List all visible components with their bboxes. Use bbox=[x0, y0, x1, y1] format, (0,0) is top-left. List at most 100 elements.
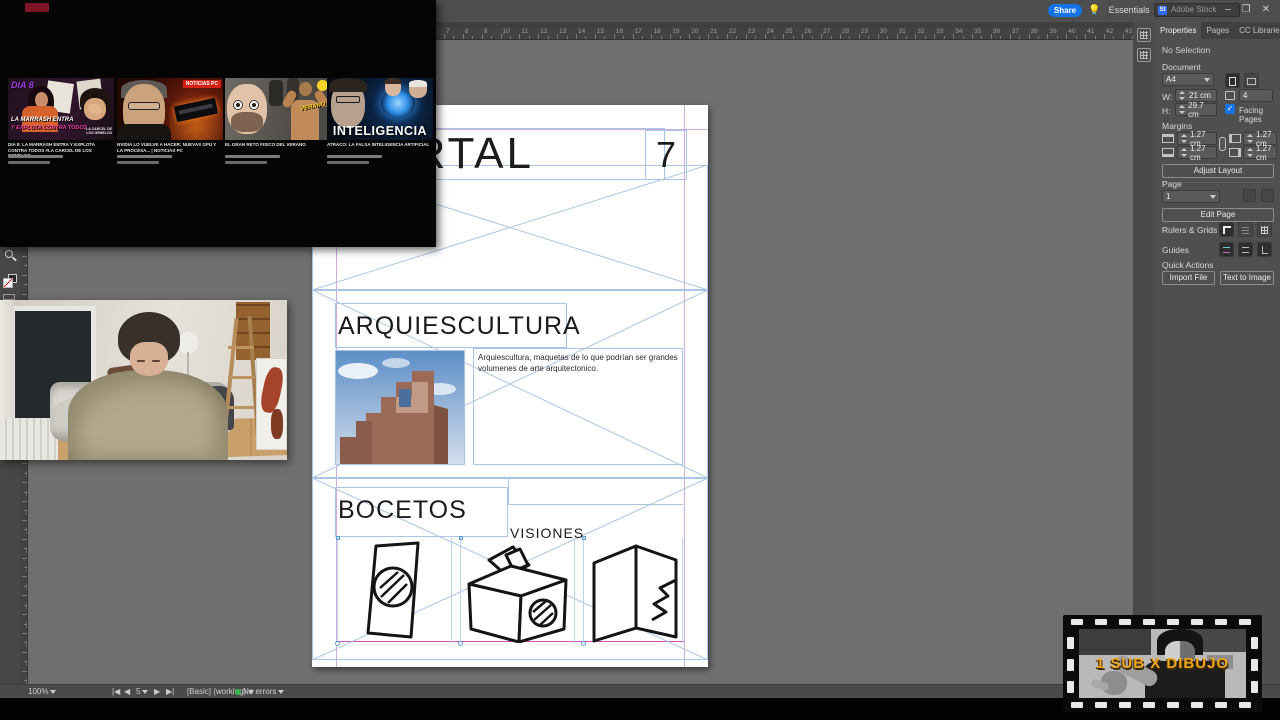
page-section-label: Page bbox=[1162, 179, 1182, 189]
page-number-dropdown[interactable]: 5 bbox=[136, 685, 149, 698]
sketch-frame-2[interactable] bbox=[458, 536, 575, 646]
show-rulers-button[interactable] bbox=[1219, 222, 1234, 237]
video-thumbnail-2[interactable]: NOTICIAS PC bbox=[117, 78, 223, 140]
width-label: W: bbox=[1162, 92, 1173, 102]
frame-anchor bbox=[459, 536, 463, 540]
sketch-frame-1[interactable] bbox=[335, 536, 452, 646]
selection-status: No Selection bbox=[1162, 45, 1211, 55]
sketch-box bbox=[467, 545, 568, 644]
width-value: 21 cm bbox=[1189, 91, 1211, 100]
preflight-status[interactable]: No errors bbox=[235, 685, 285, 698]
margin-top-icon bbox=[1162, 134, 1174, 143]
edit-page-button[interactable]: Edit Page bbox=[1162, 208, 1274, 222]
margin-bottom-field[interactable]: 1.27 cm bbox=[1177, 144, 1217, 162]
stepper-icon[interactable] bbox=[1179, 105, 1185, 114]
frame-anchor bbox=[581, 641, 586, 646]
search-placeholder: Adobe Stock bbox=[1171, 5, 1217, 14]
stepper-icon[interactable] bbox=[1247, 148, 1253, 157]
page-number-value: 5 bbox=[136, 687, 141, 696]
sketch-frame-3[interactable] bbox=[581, 536, 683, 646]
current-page-dropdown[interactable]: 1 bbox=[1162, 190, 1220, 203]
panel-dock bbox=[1133, 22, 1155, 684]
channel-slogan: 1 SUB X DIBUJO bbox=[1095, 655, 1230, 672]
learn-bulb-icon[interactable]: 💡 bbox=[1088, 4, 1100, 17]
architecture-photo-frame[interactable] bbox=[335, 350, 465, 465]
add-page-button[interactable] bbox=[1243, 189, 1256, 202]
easel-rung bbox=[228, 376, 254, 379]
heading-arquiescultura[interactable]: ARQUIESCULTURA bbox=[335, 303, 580, 348]
zoom-level-dropdown[interactable]: 100% bbox=[28, 685, 57, 698]
margin-right-field[interactable]: 1.27 cm bbox=[1243, 144, 1277, 162]
channel-logo-filmstrip: 1 SUB X DIBUJO bbox=[1063, 615, 1262, 712]
zoom-tool-icon-tail bbox=[12, 256, 17, 262]
portrait-orientation-button[interactable] bbox=[1225, 73, 1240, 88]
show-guides-button[interactable] bbox=[1219, 242, 1234, 257]
fill-swatch-none[interactable] bbox=[3, 278, 13, 288]
workspace-switcher[interactable]: Essentials ⌄ bbox=[1109, 4, 1158, 18]
chevron-down-icon bbox=[1210, 194, 1216, 199]
minimize-button[interactable]: – bbox=[1220, 0, 1236, 20]
margin-bottom-icon bbox=[1162, 148, 1174, 157]
video-title-2[interactable]: NVIDIA LO VUELVE A HACER: NUEVAS GPU Y L… bbox=[117, 142, 223, 153]
chevron-down-icon bbox=[278, 689, 285, 694]
video-overlay-window: DIA 8 LA MARRASH ENTRA Y EXPLOTA CONTRA … bbox=[0, 0, 436, 247]
import-file-button[interactable]: Import File bbox=[1162, 271, 1215, 285]
baseline-grid-button[interactable] bbox=[1238, 222, 1253, 237]
page-size-dropdown[interactable]: A4 bbox=[1162, 73, 1214, 86]
video-thumbnail-1[interactable]: DIA 8 LA MARRASH ENTRA Y EXPLOTA CONTRA … bbox=[8, 78, 114, 140]
workspace-label: Essentials bbox=[1108, 5, 1150, 15]
thumb1-show-logo: LA CARCEL DE LOS GEMELOS bbox=[86, 127, 112, 136]
stepper-icon[interactable] bbox=[1181, 148, 1187, 157]
frame-edge bbox=[508, 478, 509, 504]
architecture-photo bbox=[336, 351, 464, 464]
first-page-button[interactable]: |◀ bbox=[112, 685, 120, 698]
body-text-frame[interactable]: Arquiescultura, maquetas de lo que podrí… bbox=[473, 348, 683, 465]
last-page-button[interactable]: ▶| bbox=[166, 685, 174, 698]
video-thumbnail-3[interactable]: VERANO bbox=[225, 78, 331, 140]
video-title-4[interactable]: ATRACO: LA FALSA INTELIGENCIA ARTIFICIAL bbox=[327, 142, 433, 148]
video-title-3[interactable]: EL GRAN RETO FISICO DEL VERANO bbox=[225, 142, 331, 148]
video-thumbnail-4[interactable]: INTELIGENCIA bbox=[327, 78, 433, 140]
previous-page-button[interactable]: ◀ bbox=[124, 685, 130, 698]
restore-button[interactable]: ❐ bbox=[1238, 0, 1254, 20]
lock-guides-button[interactable] bbox=[1238, 242, 1253, 257]
stepper-icon[interactable] bbox=[1247, 134, 1253, 143]
links-panel-icon[interactable] bbox=[1137, 48, 1151, 62]
text-to-image-button[interactable]: Text to Image bbox=[1220, 271, 1274, 285]
landscape-orientation-button[interactable] bbox=[1244, 73, 1259, 88]
frame-anchor bbox=[336, 536, 340, 540]
facing-pages-label: Facing Pages bbox=[1239, 106, 1264, 124]
next-page-button[interactable]: ▶ bbox=[154, 685, 160, 698]
pages-count-field[interactable]: 4 bbox=[1239, 89, 1273, 102]
no-errors-dot-icon bbox=[235, 688, 241, 695]
tab-properties[interactable]: Properties bbox=[1155, 22, 1202, 39]
video-channel-4 bbox=[327, 155, 382, 158]
preflight-status-text: No errors bbox=[243, 687, 277, 696]
webcam-feed bbox=[0, 300, 287, 460]
panel-tabs: Properties Pages CC Libraries bbox=[1155, 22, 1280, 39]
delete-page-button[interactable] bbox=[1261, 189, 1274, 202]
link-margins-icon[interactable] bbox=[1219, 137, 1226, 151]
easel-rung bbox=[228, 406, 254, 409]
guides-label: Guides bbox=[1162, 245, 1189, 255]
height-label: H: bbox=[1162, 106, 1171, 116]
tab-cc-libraries[interactable]: CC Libraries bbox=[1234, 22, 1280, 39]
thumb1-day-badge: DIA 8 bbox=[11, 80, 34, 90]
share-button[interactable]: Share bbox=[1048, 4, 1082, 17]
stepper-icon[interactable] bbox=[1181, 134, 1187, 143]
thumb1-headline: LA MARRASH ENTRA bbox=[11, 117, 74, 123]
close-button[interactable]: ✕ bbox=[1258, 0, 1274, 20]
stepper-icon[interactable] bbox=[1179, 91, 1186, 100]
frame-edge bbox=[508, 504, 683, 505]
heading-bocetos[interactable]: BOCETOS bbox=[335, 487, 508, 537]
properties-panel: Properties Pages CC Libraries No Selecti… bbox=[1155, 22, 1280, 684]
height-field[interactable]: 29.7 cm bbox=[1175, 101, 1217, 119]
facing-pages-checkbox[interactable]: ✓ bbox=[1225, 104, 1235, 114]
adjust-layout-button[interactable]: Adjust Layout bbox=[1162, 164, 1274, 178]
document-grid-button[interactable] bbox=[1257, 222, 1272, 237]
smart-guides-button[interactable] bbox=[1257, 242, 1272, 257]
folio-frame[interactable]: 7 bbox=[645, 130, 687, 180]
pages-panel-icon[interactable] bbox=[1137, 28, 1151, 42]
frame-anchor bbox=[335, 641, 340, 646]
tab-pages[interactable]: Pages bbox=[1201, 22, 1234, 39]
